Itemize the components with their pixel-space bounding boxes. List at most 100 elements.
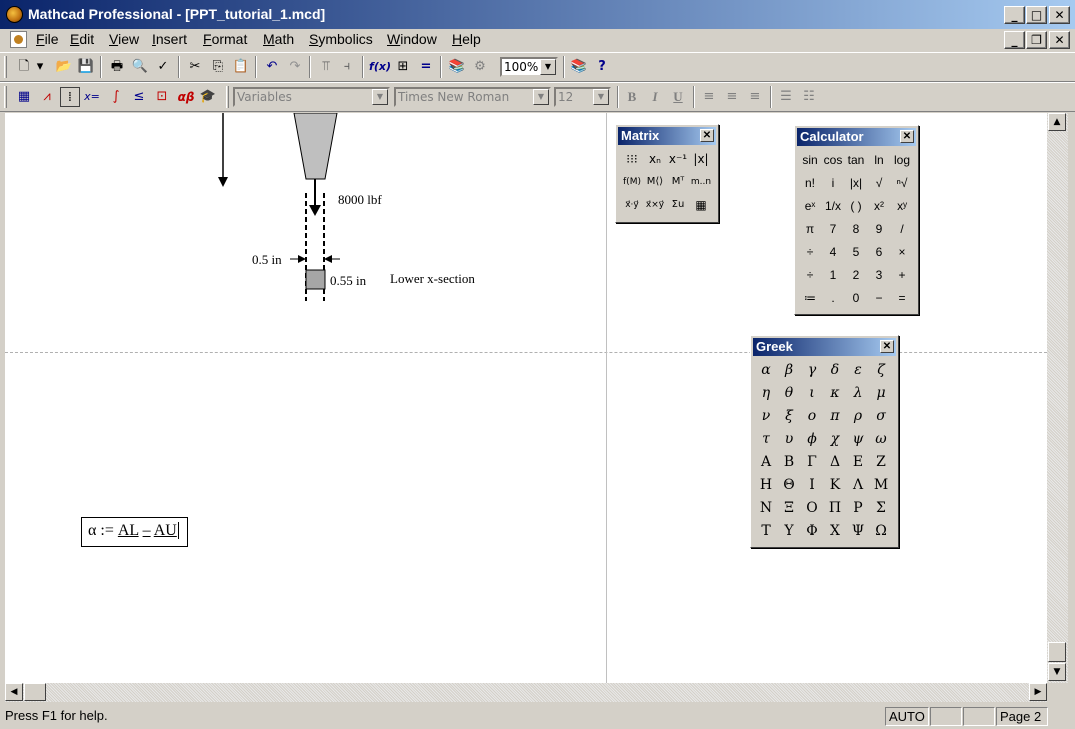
greek-alpha-upper-button[interactable]: Α [755,451,777,473]
greek-epsilon-upper-button[interactable]: Ε [847,451,869,473]
calc-tan-button[interactable]: tan [845,149,867,171]
calc-factorial-button[interactable]: n! [799,172,821,194]
greek-beta-button[interactable]: β [778,359,800,381]
greek-psi-button[interactable]: ψ [847,428,869,450]
calculus-toolbar-icon[interactable]: ∫ [106,87,126,107]
greek-eta-upper-button[interactable]: Η [755,474,777,496]
matrix-column-button[interactable]: M⟨⟩ [644,171,666,193]
greek-palette-title[interactable]: Greek ✕ [753,338,896,356]
greek-delta-button[interactable]: δ [824,359,846,381]
insert-function-icon[interactable]: f(x) [369,57,391,77]
calc-power-button[interactable]: xʸ [891,195,913,217]
greek-eta-button[interactable]: η [755,382,777,404]
greek-xi-button[interactable]: ξ [778,405,800,427]
evaluation-toolbar-icon[interactable]: x= [82,87,102,107]
scroll-right-button[interactable]: ▶ [1029,683,1047,701]
calc-decimal-point-button[interactable]: . [822,287,844,309]
chevron-down-icon[interactable]: ▼ [533,89,549,105]
calc-minus-button[interactable]: − [868,287,890,309]
component-wizard-icon[interactable]: ⚙ [470,57,490,77]
alpha-definition-region[interactable]: α := AL – AU [81,517,188,547]
greek-pi-button[interactable]: π [824,405,846,427]
calc-two-button[interactable]: 2 [845,264,867,286]
calc-evaluate-button[interactable]: = [891,287,913,309]
close-icon[interactable]: ✕ [900,130,914,143]
align-top-icon[interactable]: ⫪ [316,57,336,77]
greek-theta-upper-button[interactable]: Θ [778,474,800,496]
calc-division-button[interactable]: ÷ [799,264,821,286]
matrix-vectorize-button[interactable]: f(M) [621,171,643,193]
matrix-cross-product-button[interactable]: x⃗×y⃗ [644,194,666,216]
greek-mu-button[interactable]: μ [870,382,892,404]
greek-tau-upper-button[interactable]: Τ [755,520,777,542]
height-label[interactable]: 0.55 in [330,273,366,289]
graph-toolbar-icon[interactable]: ⩘ [37,87,57,107]
maximize-button[interactable]: □ [1026,6,1047,24]
menu-math[interactable]: Math [263,31,294,47]
greek-phi-upper-button[interactable]: Φ [801,520,823,542]
chevron-down-icon[interactable]: ▼ [593,89,609,105]
matrix-vector-sum-button[interactable]: Σu [667,194,689,216]
force-label[interactable]: 8000 lbf [338,192,382,208]
calc-nine-button[interactable]: 9 [868,218,890,240]
menu-view[interactable]: View [109,31,139,47]
toolbar-grip[interactable] [226,86,229,108]
print-icon[interactable]: 🖶 [107,57,127,77]
greek-upsilon-upper-button[interactable]: Υ [778,520,800,542]
resource-center-icon[interactable]: 📚 [447,57,467,77]
matrix-range-button[interactable]: m..n [690,171,712,193]
copy-icon[interactable]: ⎘ [208,57,228,77]
calc-zero-button[interactable]: 0 [845,287,867,309]
programming-toolbar-icon[interactable]: ⊡ [152,87,172,107]
calc-ln-button[interactable]: ln [868,149,890,171]
underline-button[interactable]: U [668,87,688,107]
calc-square-root-button[interactable]: √ [868,172,890,194]
greek-sigma-button[interactable]: σ [870,405,892,427]
greek-nu-upper-button[interactable]: Ν [755,497,777,519]
greek-epsilon-button[interactable]: ε [847,359,869,381]
toolbar-grip[interactable] [4,86,7,108]
font-select[interactable]: Times New Roman ▼ [394,87,551,107]
calc-seven-button[interactable]: 7 [822,218,844,240]
matrix-transpose-button[interactable]: Mᵀ [667,171,689,193]
chevron-down-icon[interactable]: ▼ [540,59,556,75]
doc-close-button[interactable]: ✕ [1049,31,1070,49]
greek-lambda-button[interactable]: λ [847,382,869,404]
calc-define-button[interactable]: ≔ [799,287,821,309]
calc-nth-root-button[interactable]: ⁿ√ [891,172,913,194]
greek-alpha-button[interactable]: α [755,359,777,381]
greek-omega-button[interactable]: ω [870,428,892,450]
calc-plus-button[interactable]: + [891,264,913,286]
save-icon[interactable]: 💾 [76,57,96,77]
close-button[interactable]: ✕ [1049,6,1070,24]
new-icon[interactable]: 🗋 [14,57,34,77]
greek-gamma-button[interactable]: γ [801,359,823,381]
greek-psi-upper-button[interactable]: Ψ [847,520,869,542]
greek-toolbar-icon[interactable]: αβ [175,87,197,107]
menu-help[interactable]: Help [452,31,481,47]
greek-omega-upper-button[interactable]: Ω [870,520,892,542]
calculator-palette-title[interactable]: Calculator ✕ [797,128,916,146]
horizontal-scrollbar[interactable]: ◀ ▶ [5,683,1047,702]
greek-chi-button[interactable]: χ [824,428,846,450]
scroll-left-button[interactable]: ◀ [5,683,23,701]
insert-unit-icon[interactable]: ⊞ [393,57,413,77]
chevron-down-icon[interactable]: ▼ [372,89,388,105]
greek-delta-upper-button[interactable]: Δ [824,451,846,473]
numbering-icon[interactable]: ☷ [799,87,819,107]
matrix-subscript-button[interactable]: xₙ [644,148,666,170]
resource-book-icon[interactable]: 📚 [569,57,589,77]
greek-omicron-upper-button[interactable]: Ο [801,497,823,519]
redo-icon[interactable]: ↷ [285,57,305,77]
font-size-select[interactable]: 12 ▼ [554,87,611,107]
greek-sigma-upper-button[interactable]: Σ [870,497,892,519]
help-icon[interactable]: ? [592,57,612,77]
vertical-scrollbar[interactable]: ▲ ▼ [1047,113,1068,683]
doc-restore-button[interactable]: ❐ [1026,31,1047,49]
matrix-dot-product-button[interactable]: x⃗·y⃗ [621,194,643,216]
document-icon[interactable] [10,31,27,48]
vertical-scroll-thumb[interactable] [1048,642,1066,662]
horizontal-scroll-thumb[interactable] [24,683,46,701]
calc-exponential-button[interactable]: eˣ [799,195,821,217]
greek-lambda-upper-button[interactable]: Λ [847,474,869,496]
